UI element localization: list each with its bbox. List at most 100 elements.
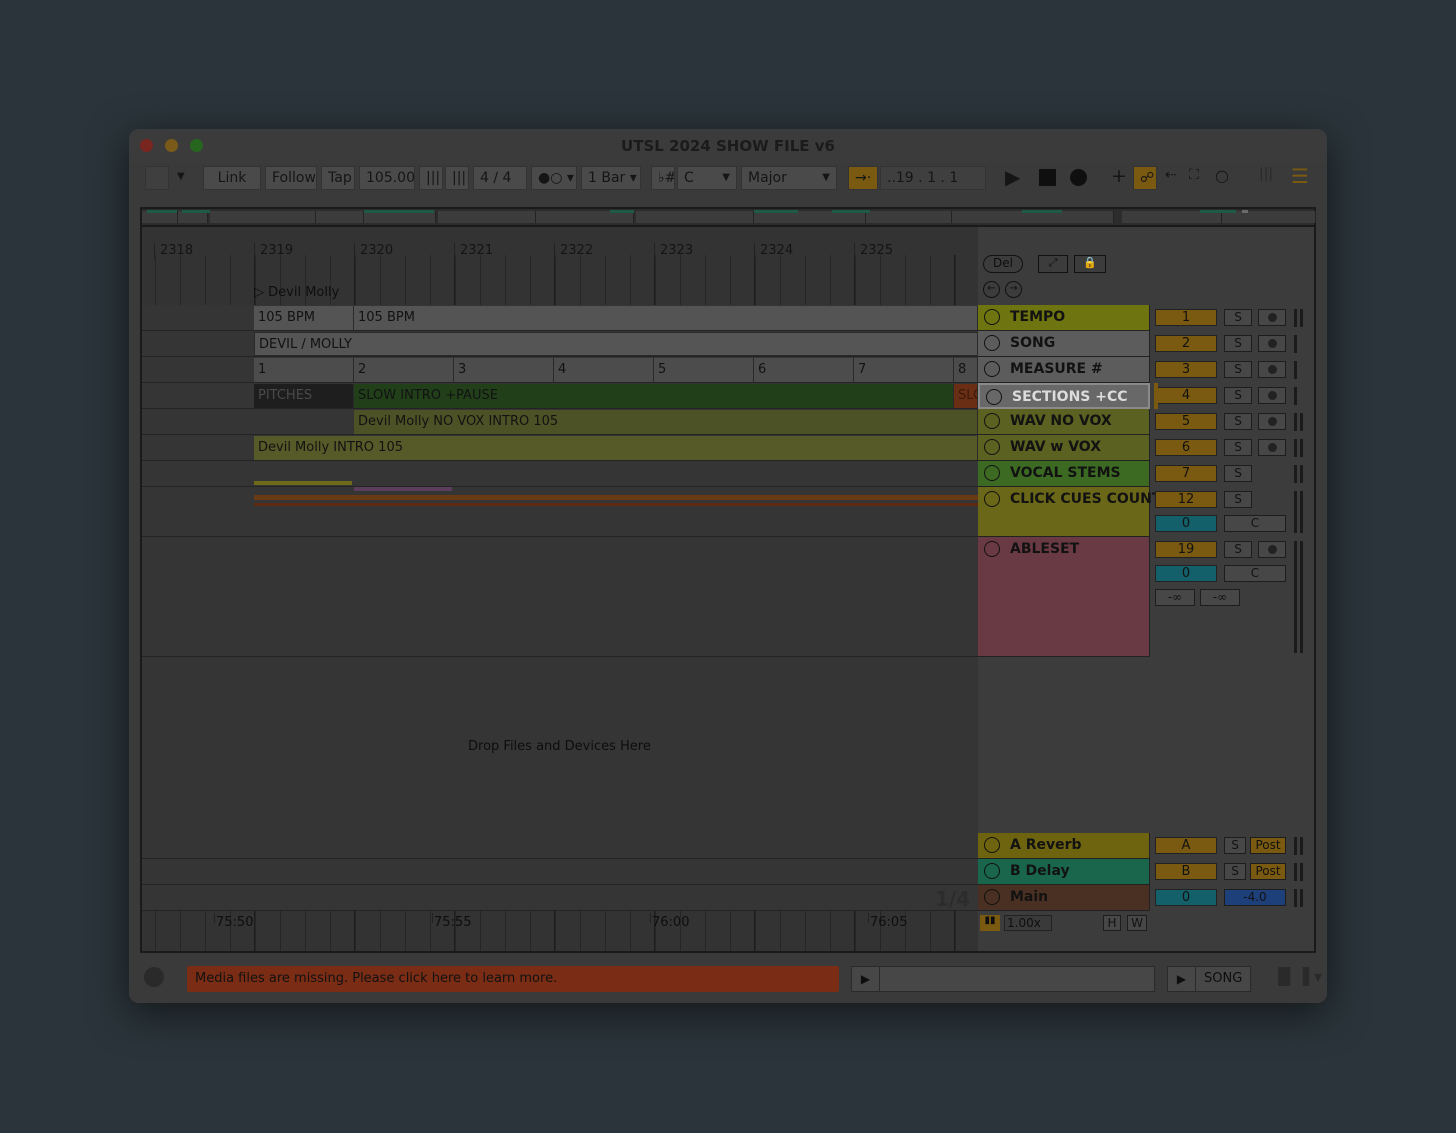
solo-button[interactable]: S — [1224, 863, 1246, 880]
play-song-icon[interactable]: ▶ — [1168, 967, 1196, 991]
key-select[interactable]: C ▼ — [677, 166, 737, 190]
measure-clip[interactable]: 6 — [754, 358, 854, 382]
track-number[interactable]: 7 — [1155, 465, 1217, 482]
lock-icon[interactable]: 🔒 — [1074, 255, 1106, 273]
measure-clip[interactable]: 5 — [654, 358, 754, 382]
expand-icon[interactable]: ⤢ — [1038, 255, 1068, 273]
view-toggle-button[interactable] — [145, 166, 169, 190]
play-icon[interactable]: ▶ — [1005, 165, 1020, 189]
track-number[interactable]: 2 — [1155, 335, 1217, 352]
track-number[interactable]: 4 — [1155, 387, 1217, 404]
arm-button[interactable] — [1258, 361, 1286, 378]
track-header-wav-w-vox[interactable]: WAV w VOX — [978, 435, 1150, 461]
nudge-up-icon[interactable]: |||| — [445, 166, 469, 190]
waveform-icon[interactable]: ▮▮ — [980, 915, 1000, 931]
back-icon[interactable]: ← — [983, 281, 1000, 298]
arm-button[interactable] — [1258, 387, 1286, 404]
link-button[interactable]: Link — [203, 166, 261, 190]
track-header-tempo[interactable]: TEMPO — [978, 305, 1150, 331]
track-play-icon[interactable] — [984, 541, 1000, 557]
track-header-vocal-stems[interactable]: VOCAL STEMS — [978, 461, 1150, 487]
measure-clip[interactable]: 4 — [554, 358, 654, 382]
zoom-field[interactable]: 1.00x — [1004, 915, 1052, 931]
click-cue-clip[interactable] — [254, 503, 978, 506]
track-play-icon[interactable] — [984, 309, 1000, 325]
solo-button[interactable]: S — [1224, 491, 1252, 508]
track-number[interactable]: 3 — [1155, 361, 1217, 378]
arm-button[interactable] — [1258, 439, 1286, 456]
solo-button[interactable]: S — [1224, 335, 1252, 352]
track-play-icon[interactable] — [984, 863, 1000, 879]
solo-button[interactable]: S — [1224, 541, 1252, 558]
track-header-sections-cc[interactable]: SECTIONS +CC — [978, 383, 1150, 409]
track-header-click-cues-count[interactable]: CLICK CUES COUNT — [978, 487, 1161, 537]
time-signature[interactable]: 4 / 4 — [473, 166, 527, 190]
arm-button[interactable] — [1258, 309, 1286, 326]
measure-clip[interactable]: 2 — [354, 358, 454, 382]
stop-icon[interactable] — [1039, 169, 1056, 186]
track-number[interactable]: 12 — [1155, 491, 1217, 508]
scale-select[interactable]: Major ▼ — [741, 166, 837, 190]
section-clip-cut[interactable]: SLO — [954, 384, 978, 408]
return-number[interactable]: A — [1155, 837, 1217, 854]
record-icon[interactable] — [1070, 169, 1087, 186]
track-number[interactable]: 1 — [1155, 309, 1217, 326]
crossfade-button[interactable]: C — [1224, 565, 1286, 582]
return-number[interactable]: B — [1155, 863, 1217, 880]
track-header-wav-no-vox[interactable]: WAV NO VOX — [978, 409, 1150, 435]
track-play-icon[interactable] — [984, 837, 1000, 853]
solo-button[interactable]: S — [1224, 413, 1252, 430]
post-fader-button[interactable]: Post — [1250, 837, 1286, 854]
return-header-main[interactable]: Main — [978, 885, 1150, 911]
crossfade-button[interactable]: C — [1224, 515, 1286, 532]
click-cue-clip[interactable] — [254, 495, 978, 500]
track-header-ableset[interactable]: ABLESET — [978, 537, 1150, 657]
clip-status-field[interactable]: ▶ — [851, 966, 1155, 992]
solo-button[interactable]: S — [1224, 387, 1252, 404]
track-play-icon[interactable] — [984, 439, 1000, 455]
view-menu-arrow-icon[interactable]: ▼ — [177, 171, 185, 182]
delete-button[interactable]: Del — [983, 255, 1023, 273]
vocal-stem-clip[interactable] — [354, 487, 452, 491]
mixer-view-icon[interactable]: ▐▌▐ ▾ — [1272, 967, 1322, 986]
metronome-icon[interactable]: ●○ ▾ — [531, 166, 577, 190]
group-fold-icon[interactable] — [984, 465, 1000, 481]
track-play-icon[interactable] — [986, 389, 1002, 405]
song-select[interactable]: ▶ SONG — [1167, 966, 1251, 992]
tap-tempo-button[interactable]: Tap — [321, 166, 355, 190]
measure-clip[interactable]: 8 — [954, 358, 978, 382]
track-number[interactable]: 19 — [1155, 541, 1217, 558]
track-play-icon[interactable] — [984, 889, 1000, 905]
overdub-plus-icon[interactable]: + — [1111, 165, 1127, 187]
arrangement-overview[interactable] — [140, 207, 1316, 227]
locator[interactable]: ▷ Devil Molly — [254, 285, 339, 300]
main-volume-field[interactable]: -4.0 — [1224, 889, 1286, 906]
measure-clip[interactable]: 7 — [854, 358, 954, 382]
back-to-arrangement-icon[interactable]: ⇠ — [1165, 167, 1177, 183]
solo-button[interactable]: S — [1224, 837, 1246, 854]
song-clip[interactable]: DEVIL / MOLLY — [254, 332, 978, 356]
solo-button[interactable]: S — [1224, 309, 1252, 326]
measure-clip[interactable]: 1 — [254, 358, 354, 382]
forward-icon[interactable]: → — [1005, 281, 1022, 298]
key-icon[interactable]: ♭# — [651, 166, 675, 190]
width-toggle-button[interactable]: W — [1127, 915, 1147, 931]
automation-arm-icon[interactable]: ☍ — [1133, 166, 1157, 190]
return-header-b-delay[interactable]: B Delay — [978, 859, 1150, 885]
tempo-clip[interactable]: 105 BPM — [254, 306, 354, 330]
loop-region-icon[interactable]: ⛶ — [1189, 167, 1199, 183]
capture-icon[interactable]: ○ — [1215, 166, 1229, 185]
hamburger-menu-icon[interactable]: ☰ — [1291, 164, 1309, 188]
missing-media-alert[interactable]: Media files are missing. Please click he… — [187, 966, 839, 992]
track-header-song[interactable]: SONG — [978, 331, 1150, 357]
arm-button[interactable] — [1258, 413, 1286, 430]
measure-clip[interactable]: 3 — [454, 358, 554, 382]
return-number[interactable]: 0 — [1155, 889, 1217, 906]
arm-button[interactable] — [1258, 541, 1286, 558]
track-number[interactable]: 6 — [1155, 439, 1217, 456]
track-play-icon[interactable] — [984, 413, 1000, 429]
track-play-icon[interactable] — [984, 335, 1000, 351]
tempo-field[interactable]: 105.00 — [359, 166, 415, 190]
group-fold-icon[interactable] — [984, 491, 1000, 507]
section-clip[interactable]: SLOW INTRO +PAUSE — [354, 384, 954, 408]
